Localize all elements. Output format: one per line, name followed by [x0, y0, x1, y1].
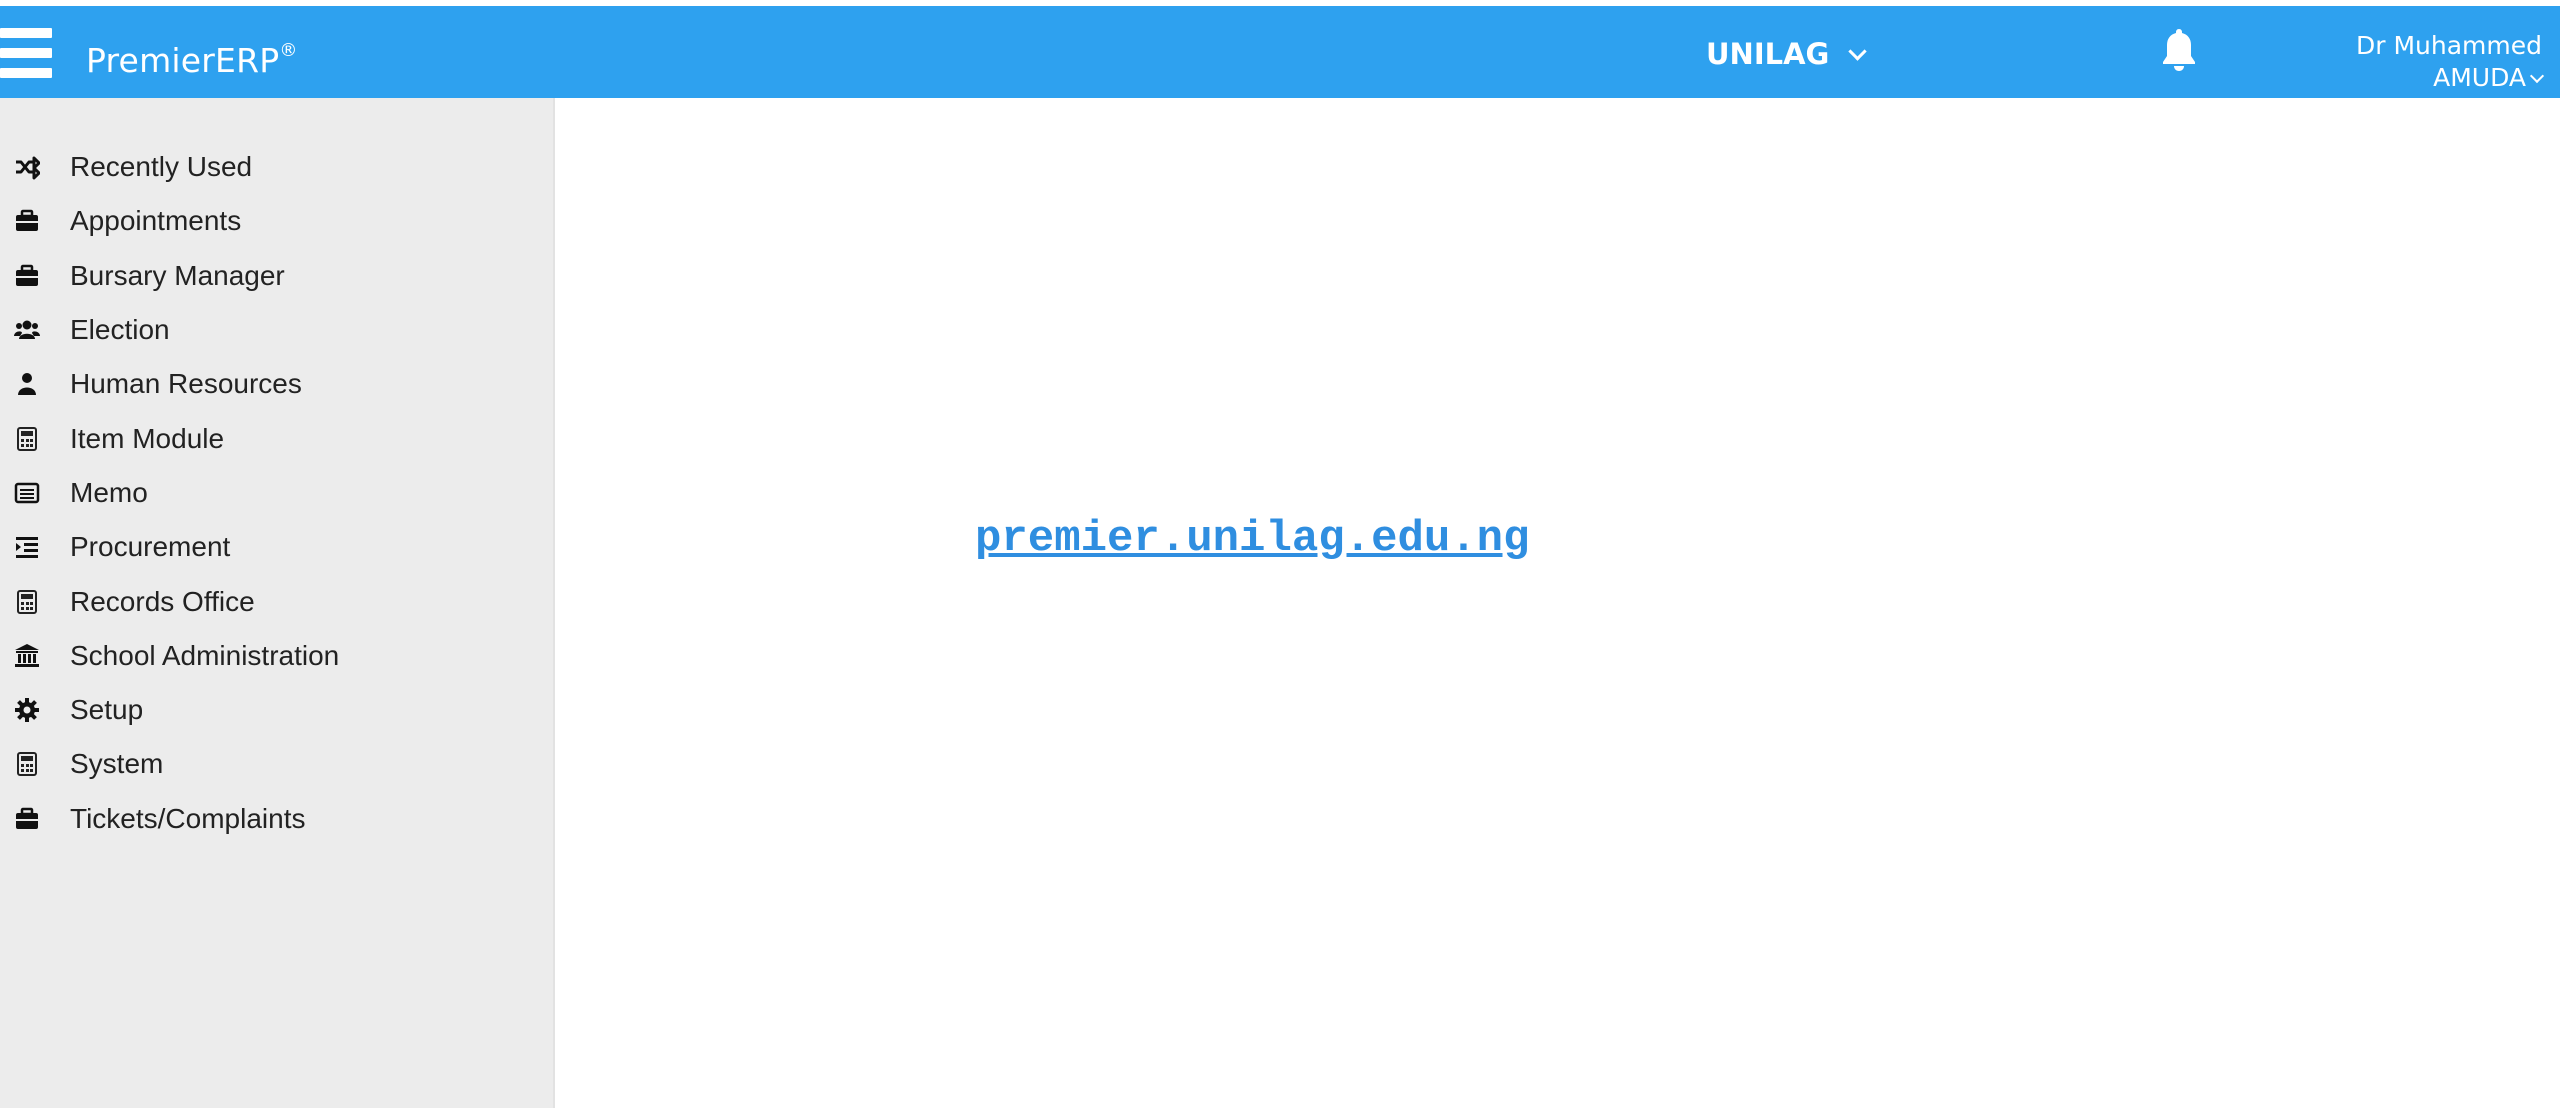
- user-name-line1: Dr Muhammed: [2355, 31, 2542, 60]
- list-alt-icon: [12, 478, 42, 508]
- sidebar-item-label: Appointments: [70, 205, 242, 237]
- calculator-icon: [12, 587, 42, 617]
- sidebar-item-label: School Administration: [70, 639, 340, 671]
- sidebar-item-label: Item Module: [70, 422, 225, 454]
- chevron-down-icon: [2529, 68, 2545, 84]
- menu-toggle-icon[interactable]: [0, 24, 54, 82]
- sidebar-item-memo[interactable]: Memo: [0, 466, 553, 520]
- briefcase-icon: [12, 804, 42, 834]
- site-link[interactable]: premier.unilag.edu.ng: [975, 514, 1530, 564]
- chevron-down-icon: [1848, 41, 1868, 61]
- sidebar-item-recently-used[interactable]: Recently Used: [0, 140, 553, 194]
- sidebar-item-setup[interactable]: Setup: [0, 683, 553, 737]
- indent-icon: [12, 532, 42, 562]
- sidebar-item-label: System: [70, 748, 164, 780]
- sidebar-menu: Recently Used Appointments Bursary Manag…: [0, 140, 553, 846]
- app-brand[interactable]: PremierERP®: [86, 30, 298, 80]
- user-menu[interactable]: Dr Muhammed AMUDA: [2302, 30, 2545, 94]
- organization-switcher[interactable]: UNILAG: [1706, 32, 1868, 76]
- briefcase-icon: [12, 261, 42, 291]
- sidebar-item-label: Procurement: [70, 531, 231, 563]
- sidebar-item-records-office[interactable]: Records Office: [0, 574, 553, 628]
- registered-mark: ®: [279, 40, 298, 61]
- sidebar-item-school-administration[interactable]: School Administration: [0, 629, 553, 683]
- shuffle-icon: [12, 152, 42, 182]
- user-icon: [12, 369, 42, 399]
- sidebar-item-human-resources[interactable]: Human Resources: [0, 357, 553, 411]
- user-name-line2: AMUDA: [2433, 63, 2526, 92]
- calculator-icon: [12, 424, 42, 454]
- users-icon: [12, 315, 42, 345]
- brand-name: PremierERP: [86, 41, 280, 80]
- bank-icon: [12, 641, 42, 671]
- top-navbar: PremierERP® UNILAG Dr Muhammed AMUDA: [0, 6, 2560, 98]
- sidebar: Recently Used Appointments Bursary Manag…: [0, 98, 555, 1108]
- calculator-icon: [12, 749, 42, 779]
- sidebar-item-label: Election: [70, 314, 170, 346]
- briefcase-icon: [12, 206, 42, 236]
- sidebar-item-label: Bursary Manager: [70, 259, 285, 291]
- sidebar-item-label: Setup: [70, 694, 144, 726]
- sidebar-item-label: Tickets/Complaints: [70, 802, 306, 834]
- sidebar-item-appointments[interactable]: Appointments: [0, 194, 553, 248]
- sidebar-item-label: Memo: [70, 476, 148, 508]
- sidebar-item-label: Recently Used: [70, 151, 253, 183]
- organization-name: UNILAG: [1706, 37, 1830, 71]
- main-content: [555, 98, 2560, 1108]
- sidebar-item-election[interactable]: Election: [0, 303, 553, 357]
- notification-bell-icon[interactable]: [2160, 26, 2198, 74]
- sidebar-item-procurement[interactable]: Procurement: [0, 520, 553, 574]
- gear-icon: [12, 695, 42, 725]
- sidebar-item-tickets-complaints[interactable]: Tickets/Complaints: [0, 792, 553, 846]
- sidebar-item-label: Human Resources: [70, 368, 302, 400]
- sidebar-item-system[interactable]: System: [0, 737, 553, 791]
- sidebar-item-bursary-manager[interactable]: Bursary Manager: [0, 249, 553, 303]
- sidebar-item-label: Records Office: [70, 585, 255, 617]
- sidebar-item-item-module[interactable]: Item Module: [0, 411, 553, 465]
